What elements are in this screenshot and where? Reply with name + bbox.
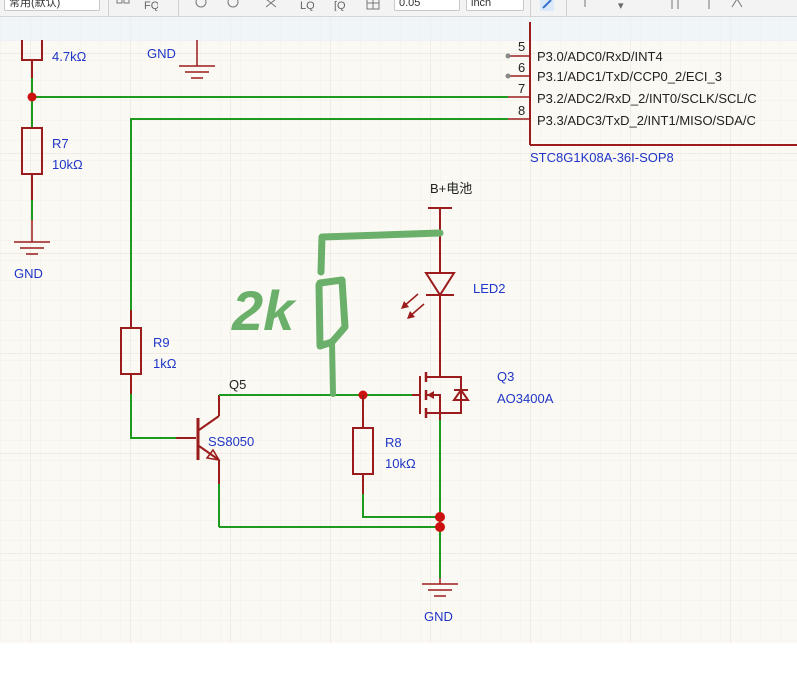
ic-pin-name: P3.3/ADC3/TxD_2/INT1/MISO/SDA/C: [537, 113, 756, 128]
resistor-value: 10kΩ: [52, 157, 83, 172]
svg-text:[Q: [Q: [334, 0, 346, 11]
resistor-ref: R7: [52, 136, 69, 151]
resistor-value: 4.7kΩ: [52, 49, 87, 64]
resistor-value: 10kΩ: [385, 456, 416, 471]
ic-pin-name: P3.1/ADC1/TxD/CCP0_2/ECI_3: [537, 69, 722, 84]
gnd-label: GND: [424, 609, 453, 624]
grid-major: [0, 17, 797, 643]
gnd-label: GND: [14, 266, 43, 281]
grid-icon[interactable]: [116, 0, 130, 11]
ic-pin-number: 5: [518, 39, 525, 54]
grid-size-input[interactable]: 0.05: [394, 0, 460, 11]
ic-pin-number: 8: [518, 103, 525, 118]
toolbar-separator: [178, 0, 179, 16]
resistor-ref: R9: [153, 335, 170, 350]
svg-text:FQ: FQ: [144, 0, 158, 11]
gnd-label: GND: [147, 46, 176, 61]
power-label: B+电池: [430, 181, 472, 196]
svg-text:LQ: LQ: [300, 0, 314, 11]
handwritten-wire: [329, 339, 336, 397]
no-connect-dot: [505, 53, 511, 59]
close-panel-icon[interactable]: [730, 0, 744, 11]
zoom-out-icon[interactable]: [226, 0, 240, 11]
junction-dot: [27, 92, 37, 102]
svg-text:▾: ▾: [618, 0, 624, 11]
ic-part-number: STC8G1K08A-36I-SOP8: [530, 150, 674, 165]
pen-icon[interactable]: [540, 0, 554, 11]
toolbar-separator: [566, 0, 567, 16]
transistor-ref: Q5: [229, 377, 246, 392]
resistor-ref: R8: [385, 435, 402, 450]
toolbar: 常用(默认) FQ LQ [Q 0.05 inch ▾: [0, 0, 797, 17]
junction-dot: [435, 522, 445, 532]
layer-icon[interactable]: [584, 0, 598, 11]
schematic-drawing: 5 6 7 8 P3.0/ADC0/RxD/INT4 P3.1/ADC1/TxD…: [0, 17, 797, 643]
unit-select[interactable]: inch: [466, 0, 524, 11]
more-icon[interactable]: [702, 0, 716, 11]
toolbar-separator: [530, 0, 531, 16]
junction-dot: [435, 512, 445, 522]
led-ref: LED2: [473, 281, 506, 296]
ic-pin-number: 7: [518, 81, 525, 96]
zoom-fit-icon[interactable]: FQ: [144, 0, 158, 11]
fit-width-icon[interactable]: [264, 0, 278, 11]
bottom-blank-area: [0, 643, 797, 673]
table-icon[interactable]: [366, 0, 380, 11]
resistor-value: 1kΩ: [153, 356, 177, 371]
mosfet-ref: Q3: [497, 369, 514, 384]
preset-combo[interactable]: 常用(默认): [4, 0, 100, 11]
selection-strip: [0, 17, 797, 41]
zoom-in-icon[interactable]: [194, 0, 208, 11]
transistor-part: SS8050: [208, 434, 254, 449]
ic-pin-name: P3.0/ADC0/RxD/INT4: [537, 49, 663, 64]
toolbar-separator: [108, 0, 109, 16]
align-icon[interactable]: [668, 0, 682, 11]
no-connect-dot: [505, 73, 511, 79]
ic-pin-number: 6: [518, 60, 525, 75]
zoom-area-icon[interactable]: LQ: [300, 0, 314, 11]
ic-pin-name: P3.2/ADC2/RxD_2/INT0/SCLK/SCL/C: [537, 91, 757, 106]
arrow-icon[interactable]: ▾: [618, 0, 632, 11]
zoom-select-icon[interactable]: [Q: [334, 0, 348, 11]
mosfet-part: AO3400A: [497, 391, 554, 406]
schematic-canvas[interactable]: 5 6 7 8 P3.0/ADC0/RxD/INT4 P3.1/ADC1/TxD…: [0, 17, 797, 643]
handwritten-2k: 2k: [231, 279, 297, 342]
